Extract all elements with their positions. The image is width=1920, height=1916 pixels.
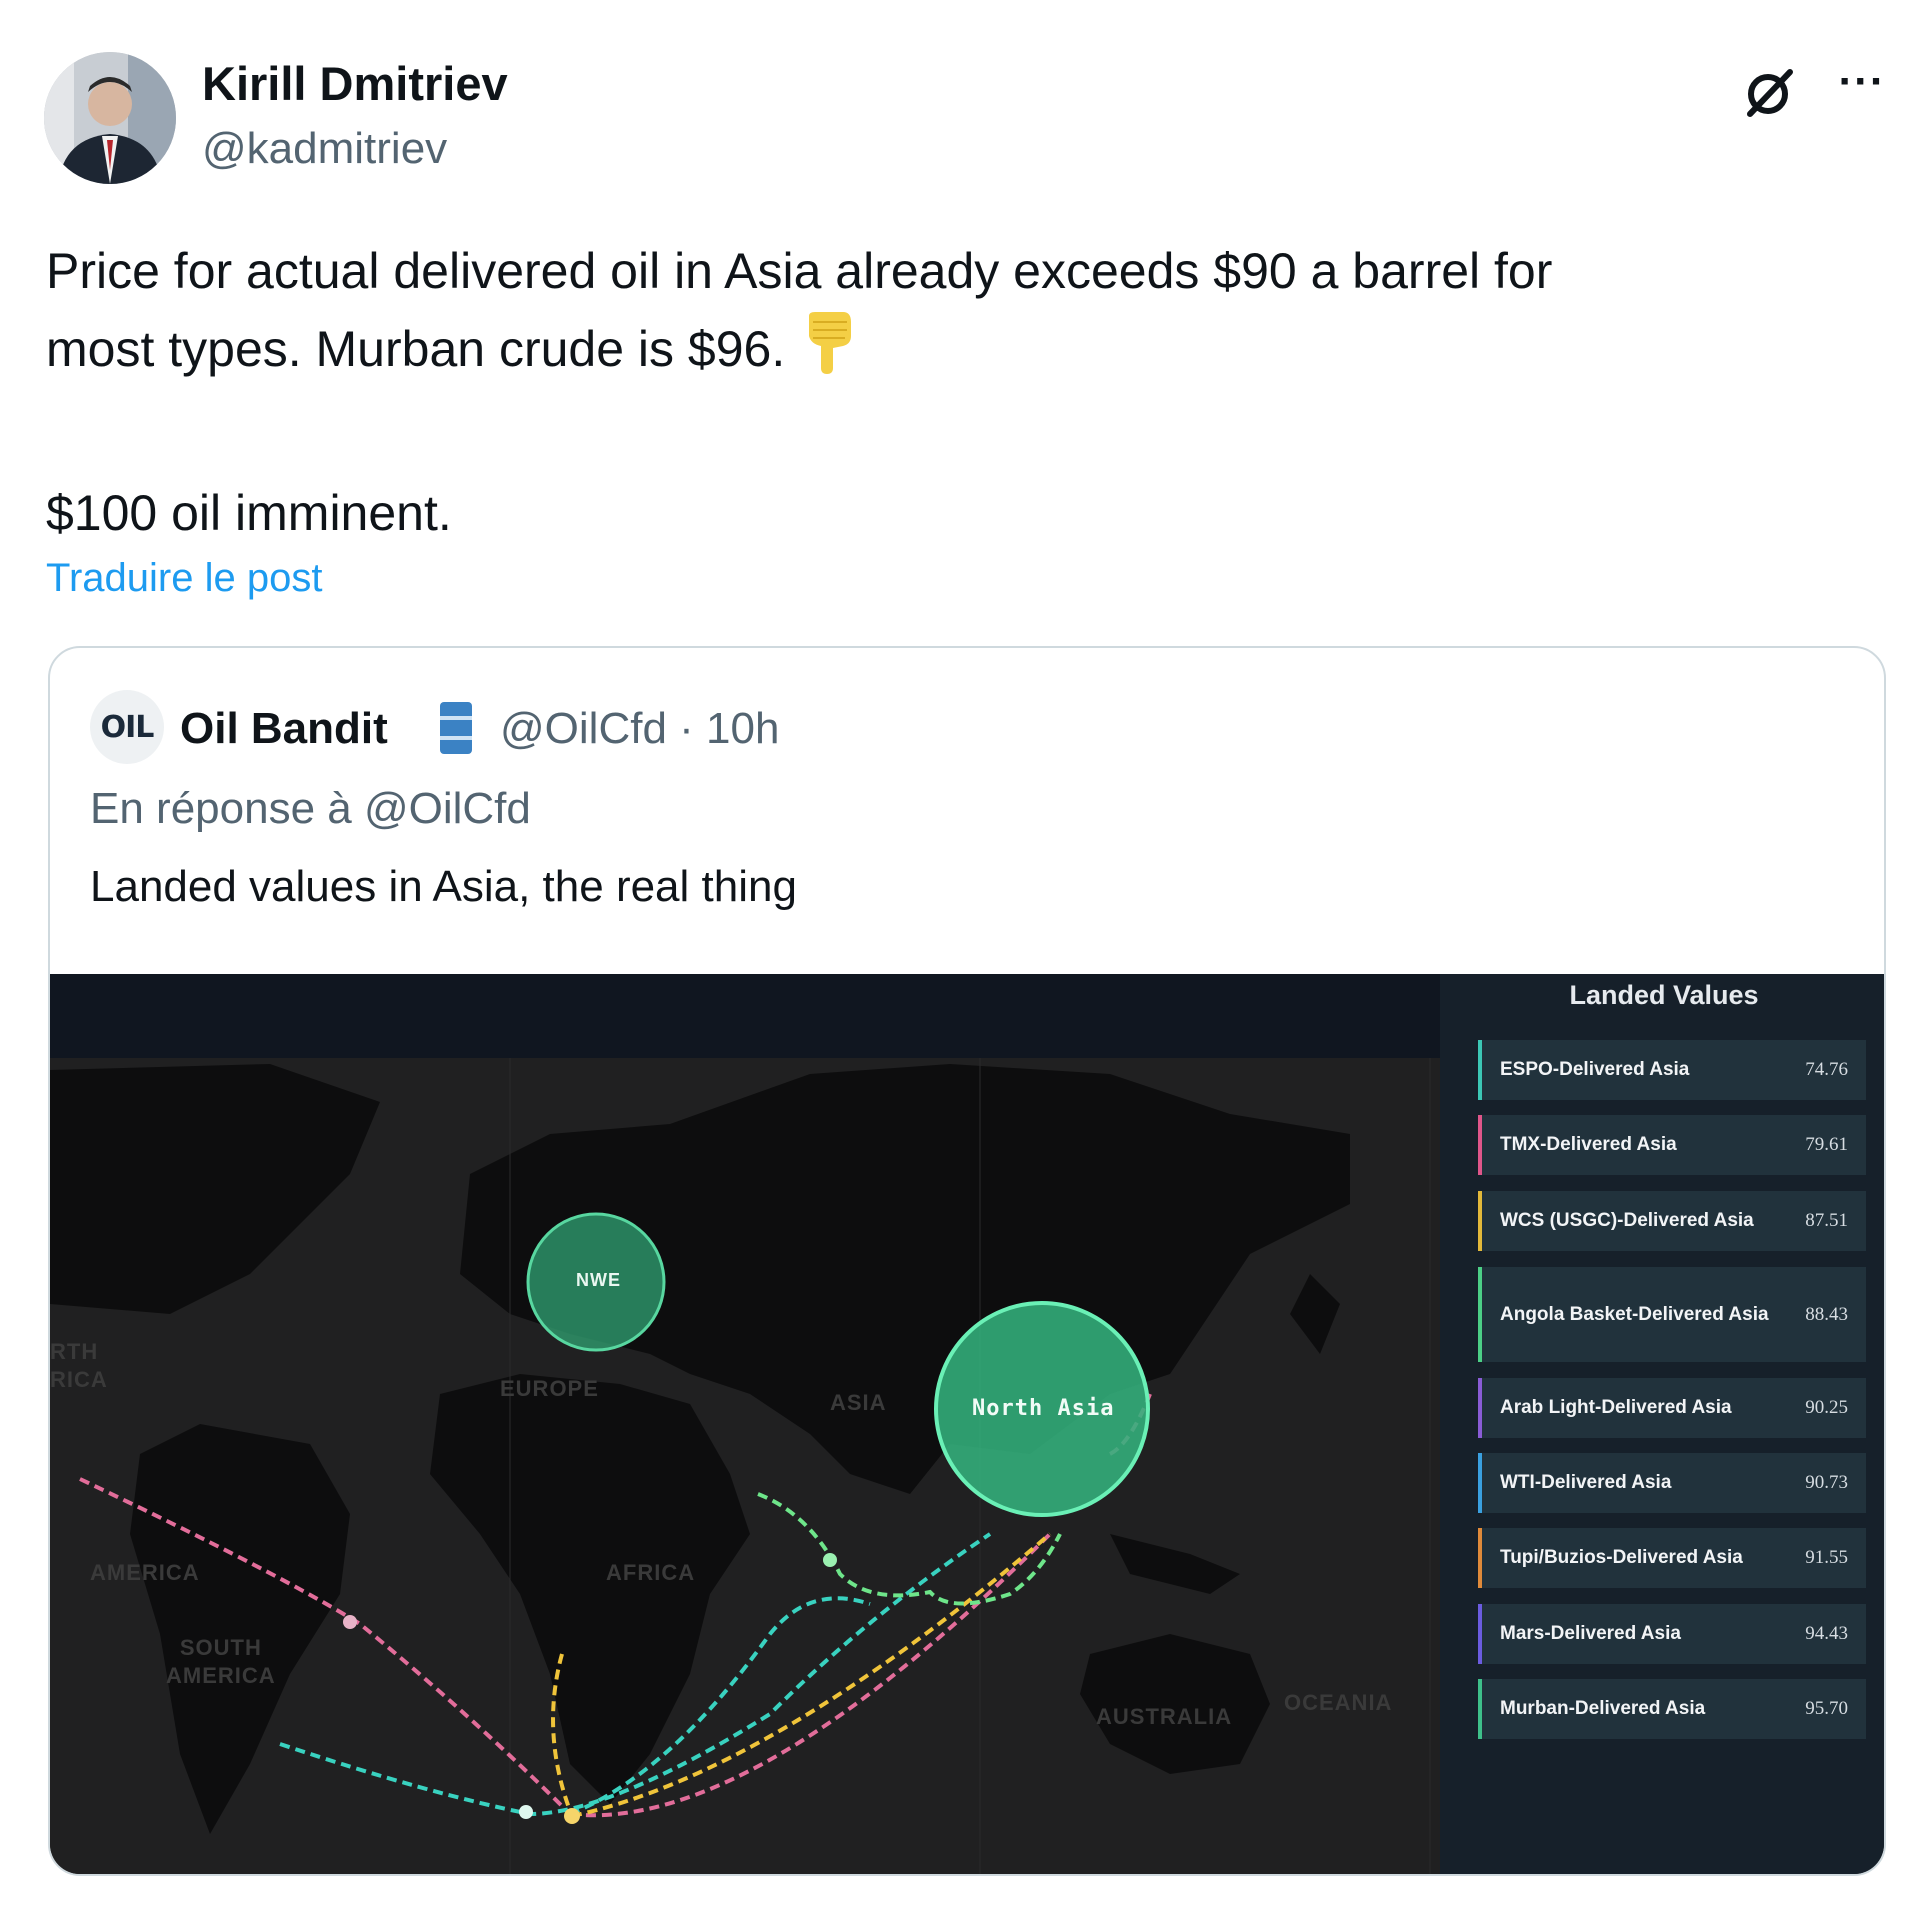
landed-values-panel: Landed Values ESPO-Delivered Asia 74.76 TM… — [1440, 974, 1884, 1874]
landed-value-number: 95.70 — [1805, 1698, 1848, 1719]
map-region-label: AMERICA — [90, 1560, 200, 1585]
landed-value-item[interactable]: Murban-Delivered Asia 95.70 — [1478, 1679, 1866, 1739]
landed-value-name: Murban-Delivered Asia — [1500, 1698, 1706, 1719]
map-bubble-label: North Asia — [972, 1396, 1115, 1421]
landed-value-number: 90.25 — [1805, 1397, 1848, 1418]
author-name[interactable]: Kirill Dmitriev — [202, 56, 508, 111]
avatar[interactable] — [44, 52, 176, 184]
landed-value-item[interactable]: ESPO-Delivered Asia 74.76 — [1478, 1040, 1866, 1100]
more-options-icon[interactable]: ··· — [1832, 60, 1892, 112]
oil-bandit-logo[interactable]: OIL — [90, 690, 164, 764]
pointing-down-emoji — [799, 310, 855, 396]
landed-value-name: WCS (USGC)-Delivered Asia — [1500, 1210, 1754, 1231]
landed-value-number: 90.73 — [1805, 1472, 1848, 1493]
landed-value-number: 74.76 — [1805, 1059, 1848, 1080]
landed-value-item[interactable]: Angola Basket-Delivered Asia 88.43 — [1478, 1267, 1866, 1362]
landed-values-title: Landed Values — [1569, 980, 1759, 1010]
world-map — [50, 974, 1440, 1874]
map-region-label: AFRICA — [606, 1560, 696, 1585]
tweet-text: Price for actual delivered oil in Asia a… — [46, 232, 1866, 552]
translate-post-link[interactable]: Traduire le post — [46, 556, 322, 601]
landed-value-name: WTI-Delivered Asia — [1500, 1472, 1672, 1493]
landed-value-item[interactable]: WCS (USGC)-Delivered Asia 87.51 — [1478, 1191, 1866, 1251]
avatar-photo — [44, 52, 176, 184]
landed-value-item[interactable]: Arab Light-Delivered Asia 90.25 — [1478, 1378, 1866, 1438]
tweet: Kirill Dmitriev @kadmitriev ··· Price fo… — [0, 0, 1920, 1916]
tweet-line-1: Price for actual delivered oil in Asia a… — [46, 243, 1553, 299]
map-bubble-label: NWE — [576, 1270, 621, 1290]
map-region-label: OCEANIA — [1284, 1690, 1393, 1715]
landed-value-item[interactable]: Mars-Delivered Asia 94.43 — [1478, 1604, 1866, 1664]
landed-value-name: ESPO-Delivered Asia — [1500, 1059, 1690, 1080]
landed-value-number: 91.55 — [1805, 1547, 1848, 1568]
landed-value-number: 79.61 — [1805, 1134, 1848, 1155]
tweet-line-3: $100 oil imminent. — [46, 485, 452, 541]
author-handle[interactable]: @kadmitriev — [202, 124, 447, 174]
tweet-line-2-wrap: most types. Murban crude is $96. — [46, 310, 1866, 396]
landed-value-number: 94.43 — [1805, 1623, 1848, 1644]
grok-icon[interactable] — [1740, 62, 1800, 122]
map-region-label: AUSTRALIA — [1096, 1704, 1233, 1729]
quoted-author-name[interactable]: Oil Bandit — [180, 704, 388, 754]
quoted-text: Landed values in Asia, the real thing — [90, 862, 797, 911]
quoted-handle-time[interactable]: @OilCfd · 10h — [500, 704, 779, 754]
landed-value-item[interactable]: Tupi/Buzios-Delivered Asia 91.55 — [1478, 1528, 1866, 1588]
landed-value-number: 87.51 — [1805, 1210, 1848, 1231]
tweet-line-2: most types. Murban crude is $96. — [46, 321, 786, 378]
oil-logo-text: OIL — [100, 709, 155, 745]
landed-value-name: Angola Basket-Delivered Asia — [1500, 1303, 1769, 1325]
map-region-label: ASIA — [830, 1390, 887, 1415]
landed-value-name: Arab Light-Delivered Asia — [1500, 1397, 1732, 1418]
oil-barrel-icon — [436, 700, 476, 756]
landed-value-name: TMX-Delivered Asia — [1500, 1134, 1677, 1155]
map-region-label: EUROPE — [500, 1376, 599, 1401]
landed-value-item[interactable]: TMX-Delivered Asia 79.61 — [1478, 1115, 1866, 1175]
landed-value-number: 88.43 — [1805, 1303, 1848, 1325]
landed-value-name: Tupi/Buzios-Delivered Asia — [1500, 1547, 1743, 1568]
quoted-tweet[interactable]: OIL Oil Bandit @OilCfd · 10h En réponse … — [48, 646, 1886, 1876]
map-region-label: RTH RICA — [50, 1339, 108, 1392]
landed-value-item[interactable]: WTI-Delivered Asia 90.73 — [1478, 1453, 1866, 1513]
map-region-label: SOUTH AMERICA — [166, 1635, 276, 1688]
landed-value-name: Mars-Delivered Asia — [1500, 1623, 1681, 1644]
quoted-media-image[interactable]: NWE North Asia EUROPE ASIA AFRICA AMERIC… — [50, 974, 1884, 1874]
reply-to-label: En réponse à @OilCfd — [90, 784, 531, 833]
